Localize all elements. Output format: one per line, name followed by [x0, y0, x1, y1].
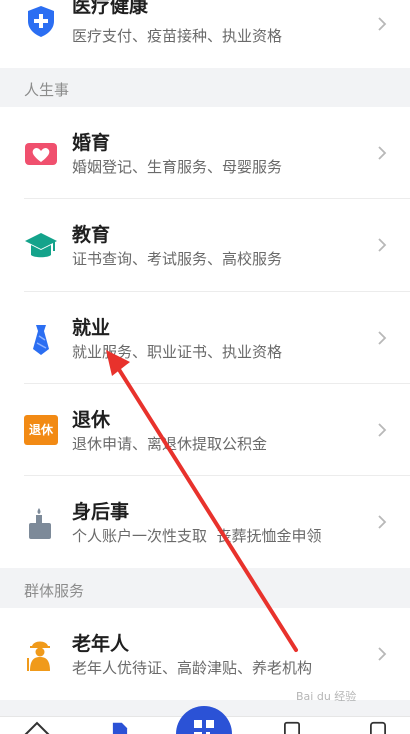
profile-tab-icon[interactable] — [368, 721, 388, 734]
chevron-right-icon — [378, 515, 387, 529]
row-subtitle: 老年人优待证、高龄津贴、养老机构 — [72, 659, 313, 677]
row-subtitle: 退休申请、离退休提取公积金 — [72, 435, 268, 453]
section-label-group: 群体服务 — [24, 582, 85, 600]
scan-qr-button[interactable] — [176, 706, 232, 734]
service-row-after-death[interactable]: 身后事 个人账户一次性支取 丧葬抚恤金申领 — [0, 476, 410, 568]
heart-icon — [25, 143, 57, 165]
memorial-candle-icon — [29, 508, 51, 539]
medical-shield-icon — [28, 6, 54, 37]
tie-icon — [33, 325, 49, 355]
row-title: 老年人 — [72, 633, 130, 655]
row-subtitle: 医疗支付、疫苗接种、执业资格 — [72, 27, 283, 45]
row-subtitle: 证书查询、考试服务、高校服务 — [72, 250, 283, 268]
row-subtitle: 就业服务、职业证书、执业资格 — [72, 343, 283, 361]
service-row-marriage[interactable]: 婚育 婚姻登记、生育服务、母婴服务 — [0, 107, 410, 199]
chevron-right-icon — [378, 17, 387, 31]
row-title: 退休 — [72, 409, 111, 431]
service-row-elderly[interactable]: 老年人 老年人优待证、高龄津贴、养老机构 — [0, 608, 410, 700]
qr-code-icon — [194, 720, 214, 734]
row-title: 婚育 — [72, 132, 111, 154]
watermark: Bai du 经验 — [296, 690, 357, 703]
row-subtitle: 个人账户一次性支取 丧葬抚恤金申领 — [72, 527, 322, 545]
document-tab-icon[interactable] — [110, 721, 130, 734]
elder-person-icon — [27, 641, 50, 671]
card-tab-icon[interactable] — [282, 721, 302, 734]
row-title: 身后事 — [72, 501, 130, 523]
service-row-medical[interactable]: 医疗健康 医疗支付、疫苗接种、执业资格 — [0, 0, 410, 68]
row-title: 医疗健康 — [72, 0, 149, 17]
row-title: 就业 — [72, 317, 111, 339]
chevron-right-icon — [378, 146, 387, 160]
chevron-right-icon — [378, 238, 387, 252]
row-subtitle: 婚姻登记、生育服务、母婴服务 — [72, 158, 283, 176]
section-label-life: 人生事 — [24, 81, 70, 99]
retire-badge-icon: 退休 — [24, 415, 58, 445]
chevron-right-icon — [378, 331, 387, 345]
chevron-right-icon — [378, 647, 387, 661]
service-row-education[interactable]: 教育 证书查询、考试服务、高校服务 — [0, 199, 410, 292]
row-title: 教育 — [72, 224, 111, 246]
graduation-cap-icon — [25, 233, 57, 258]
home-tab-icon[interactable] — [22, 719, 52, 734]
chevron-right-icon — [378, 423, 387, 437]
service-row-retirement[interactable]: 退休 退休 退休申请、离退休提取公积金 — [0, 384, 410, 476]
service-row-employment[interactable]: 就业 就业服务、职业证书、执业资格 — [0, 292, 410, 384]
